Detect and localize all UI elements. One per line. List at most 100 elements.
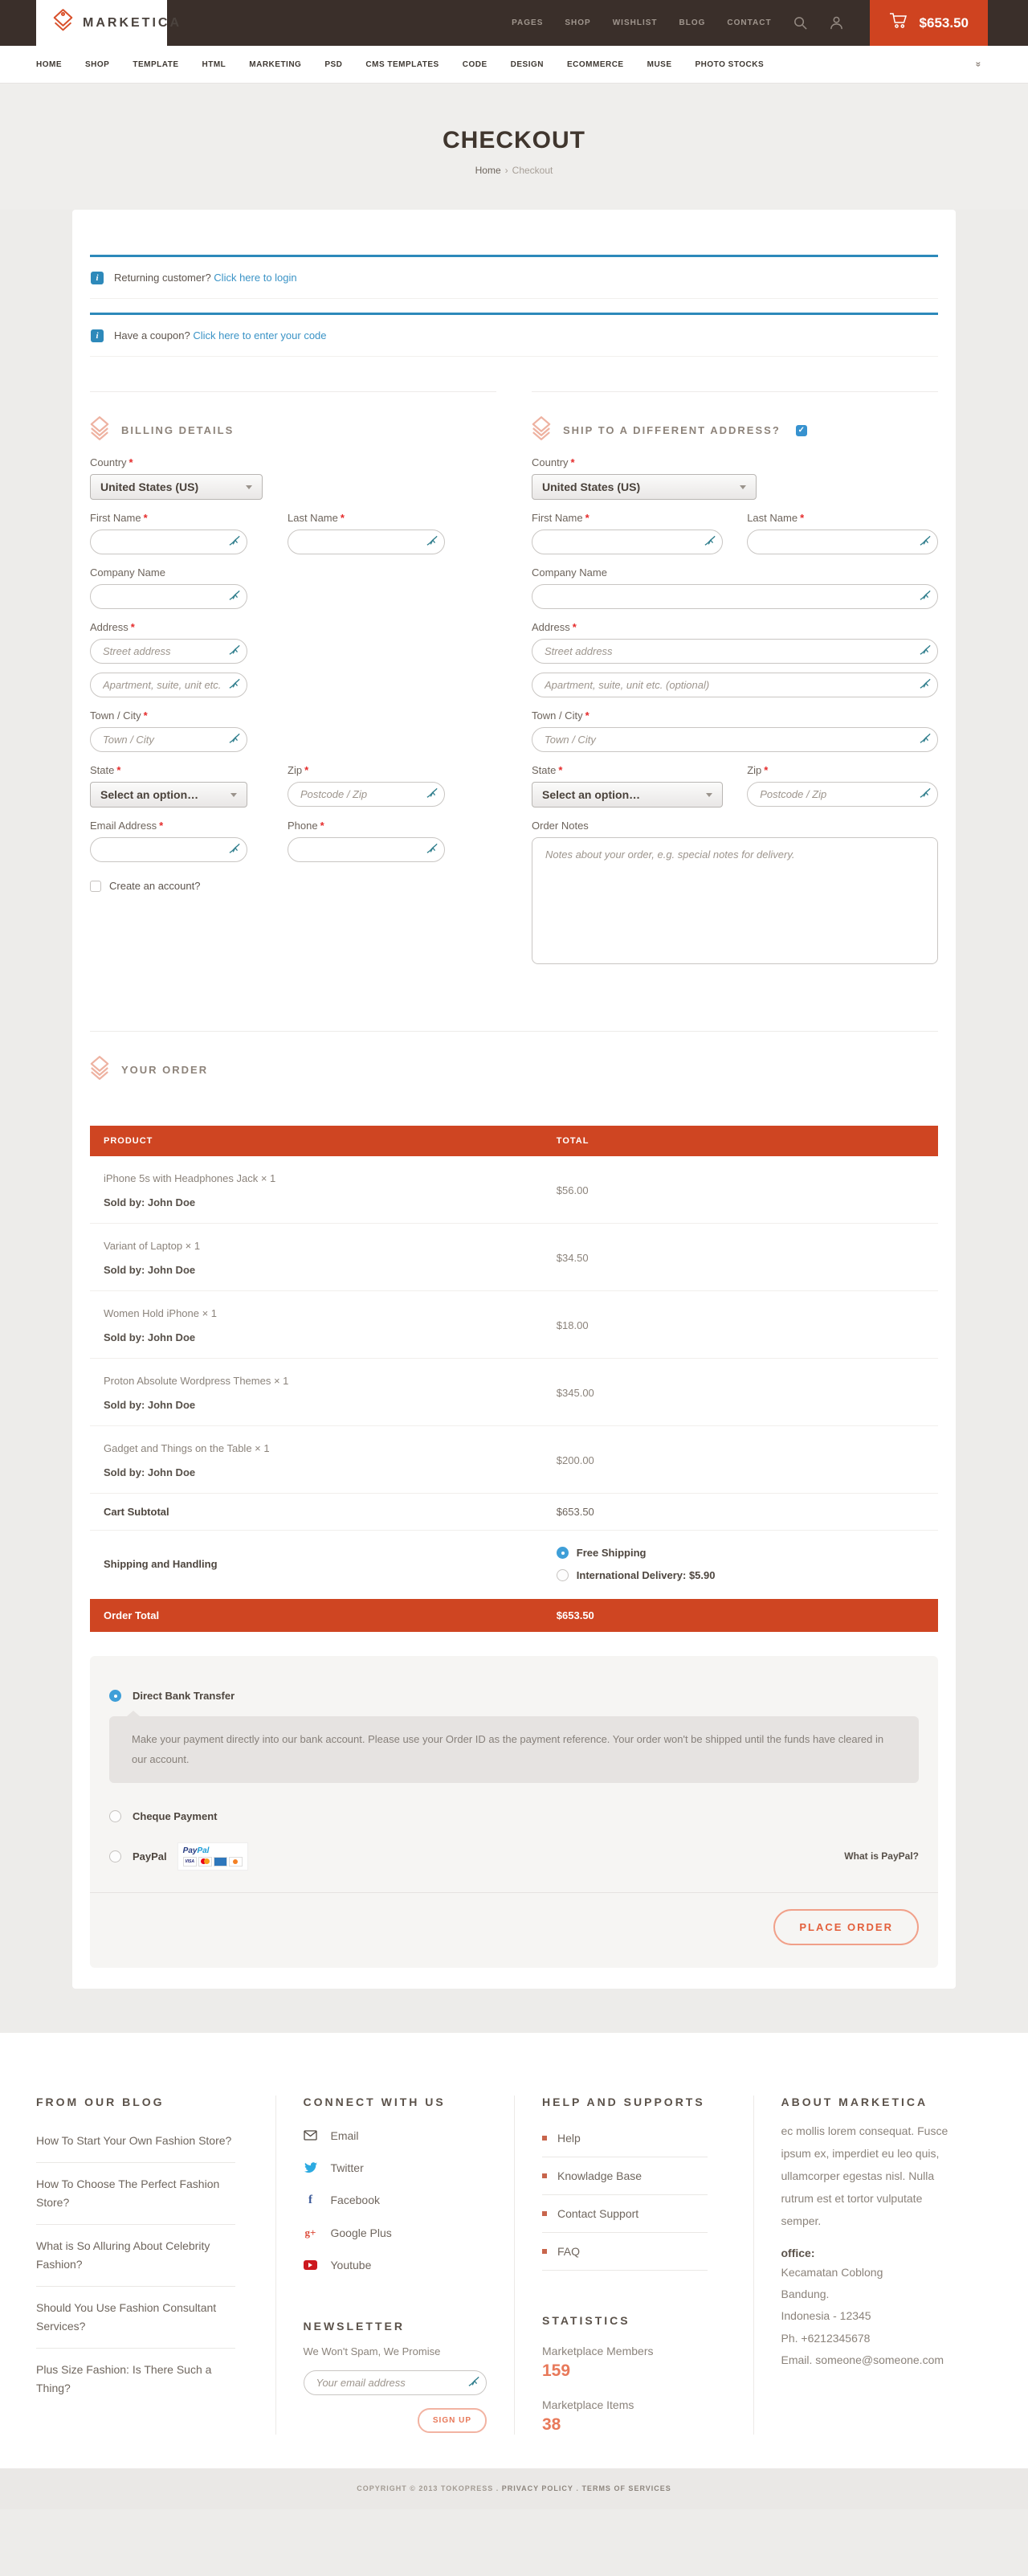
billing-town-input[interactable]	[90, 727, 247, 752]
blog-post-link[interactable]: Should You Use Fashion Consultant Servic…	[36, 2287, 235, 2349]
place-order-button[interactable]: PLACE ORDER	[773, 1909, 919, 1945]
autofill-icon	[704, 535, 716, 550]
stat-value: 159	[542, 2361, 726, 2381]
shipping-last-name-input[interactable]	[747, 530, 938, 554]
connect-heading: CONNECT WITH US	[304, 2096, 487, 2108]
billing-state-select[interactable]: Select an option…	[90, 782, 247, 808]
blog-post-link[interactable]: Plus Size Fashion: Is There Such a Thing…	[36, 2349, 235, 2410]
cheque-radio[interactable]	[109, 1810, 121, 1822]
statistics-block: STATISTICS Marketplace Members 159 Marke…	[542, 2314, 726, 2435]
shipping-section-header: SHIP TO A DIFFERENT ADDRESS?	[532, 391, 938, 444]
menu-item-design[interactable]: DESIGN	[511, 60, 544, 69]
shipping-street-input[interactable]	[532, 639, 938, 664]
order-notes-textarea[interactable]	[532, 837, 938, 964]
autofill-icon	[229, 678, 240, 693]
blog-post-link[interactable]: How To Choose The Perfect Fashion Store?	[36, 2163, 235, 2225]
coupon-notice: Have a coupon? Click here to enter your …	[90, 313, 938, 357]
newsletter-email-input[interactable]	[304, 2370, 487, 2395]
square-bullet-icon	[542, 2173, 547, 2178]
shipping-option-international: International Delivery: $5.90	[557, 1569, 716, 1581]
terms-link[interactable]: TERMS OF SERVICES	[581, 2484, 671, 2492]
newsletter-heading: NEWSLETTER	[304, 2320, 487, 2333]
menu-item-code[interactable]: CODE	[463, 60, 487, 69]
autofill-icon	[920, 787, 931, 803]
international-delivery-radio[interactable]	[557, 1569, 569, 1581]
billing-company-input[interactable]	[90, 584, 247, 609]
shipping-zip-input[interactable]	[747, 782, 938, 807]
table-row: Variant of Laptop × 1 Sold by: John Doe …	[90, 1224, 938, 1291]
help-link[interactable]: Help	[542, 2120, 708, 2157]
connect-google-plus-link[interactable]: g+ Google Plus	[304, 2217, 487, 2249]
connect-facebook-link[interactable]: f Facebook	[304, 2184, 487, 2217]
knowledge-base-link[interactable]: Knowladge Base	[542, 2157, 708, 2195]
blog-post-link[interactable]: How To Start Your Own Fashion Store?	[36, 2120, 235, 2163]
autofill-icon	[229, 590, 240, 605]
cart-button[interactable]: $653.50	[870, 0, 988, 46]
last-name-label: Last Name*	[288, 512, 445, 524]
shipping-state-select[interactable]: Select an option…	[532, 782, 723, 808]
shipping-apartment-input[interactable]	[532, 673, 938, 697]
connect-twitter-link[interactable]: Twitter	[304, 2152, 487, 2184]
top-nav-pages[interactable]: PAGES	[512, 18, 543, 27]
bank-transfer-description: Make your payment directly into our bank…	[109, 1716, 919, 1783]
billing-section-title: BILLING DETAILS	[121, 424, 234, 436]
billing-country-select[interactable]: United States (US)	[90, 474, 263, 500]
menu-item-psd[interactable]: PSD	[324, 60, 342, 69]
product-seller: Sold by: John Doe	[104, 1196, 557, 1208]
state-label: State*	[90, 764, 247, 776]
contact-support-link[interactable]: Contact Support	[542, 2195, 708, 2233]
free-shipping-radio[interactable]	[557, 1547, 569, 1559]
menu-item-muse[interactable]: MUSE	[647, 60, 672, 69]
ship-different-checkbox[interactable]	[796, 425, 807, 436]
billing-email-input[interactable]	[90, 837, 247, 862]
billing-first-name-input[interactable]	[90, 530, 247, 554]
menu-item-marketing[interactable]: MARKETING	[249, 60, 301, 69]
menu-item-shop[interactable]: SHOP	[85, 60, 109, 69]
blog-post-link[interactable]: What is So Alluring About Celebrity Fash…	[36, 2225, 235, 2287]
connect-email-link[interactable]: Email	[304, 2120, 487, 2152]
menu-item-photo-stocks[interactable]: PHOTO STOCKS	[696, 60, 765, 69]
billing-street-input[interactable]	[90, 639, 247, 664]
newsletter-note: We Won't Spam, We Promise	[304, 2345, 487, 2357]
login-link[interactable]: Click here to login	[214, 272, 296, 284]
cart-subtotal-row: Cart Subtotal $653.50	[90, 1494, 938, 1531]
shipping-town-input[interactable]	[532, 727, 938, 752]
coupon-link[interactable]: Click here to enter your code	[193, 329, 326, 341]
search-icon[interactable]	[793, 15, 808, 31]
autofill-icon	[426, 843, 438, 858]
menu-expand-icon[interactable]	[976, 59, 981, 70]
billing-phone-input[interactable]	[288, 837, 445, 862]
breadcrumb-home[interactable]: Home	[475, 165, 501, 176]
what-is-paypal-link[interactable]: What is PayPal?	[844, 1850, 919, 1862]
shipping-company-input[interactable]	[532, 584, 938, 609]
menu-item-html[interactable]: HTML	[202, 60, 226, 69]
shipping-first-name-input[interactable]	[532, 530, 723, 554]
coupon-text: Have a coupon? Click here to enter your …	[114, 329, 327, 341]
menu-item-ecommerce[interactable]: ECOMMERCE	[567, 60, 624, 69]
checkout-card: Returning customer? Click here to login …	[72, 210, 956, 1989]
main-menu: HOME SHOP TEMPLATE HTML MARKETING PSD CM…	[0, 46, 1028, 84]
billing-apartment-input[interactable]	[90, 673, 247, 697]
paypal-option: PayPal PayPal VISA What is PayPal?	[90, 1843, 938, 1870]
logo[interactable]: MARKETICA	[36, 0, 167, 46]
menu-item-home[interactable]: HOME	[36, 60, 62, 69]
menu-item-template[interactable]: TEMPLATE	[133, 60, 178, 69]
section-tag-icon	[532, 416, 551, 444]
paypal-radio[interactable]	[109, 1850, 121, 1862]
billing-zip-input[interactable]	[288, 782, 445, 807]
top-nav-wishlist[interactable]: WISHLIST	[613, 18, 658, 27]
bank-transfer-radio[interactable]	[109, 1690, 121, 1702]
top-nav-contact[interactable]: CONTACT	[727, 18, 771, 27]
signup-button[interactable]: SIGN UP	[418, 2408, 487, 2433]
connect-youtube-link[interactable]: Youtube	[304, 2249, 487, 2281]
faq-link[interactable]: FAQ	[542, 2233, 708, 2271]
top-nav-shop[interactable]: SHOP	[565, 18, 590, 27]
top-nav-blog[interactable]: BLOG	[679, 18, 706, 27]
shipping-country-select[interactable]: United States (US)	[532, 474, 757, 500]
create-account-checkbox[interactable]	[90, 881, 101, 892]
billing-last-name-input[interactable]	[288, 530, 445, 554]
menu-item-cms-templates[interactable]: CMS TEMPLATES	[365, 60, 439, 69]
privacy-policy-link[interactable]: PRIVACY POLICY	[502, 2484, 573, 2492]
user-icon[interactable]	[829, 15, 844, 31]
payment-cards: PayPal VISA	[178, 1843, 247, 1870]
